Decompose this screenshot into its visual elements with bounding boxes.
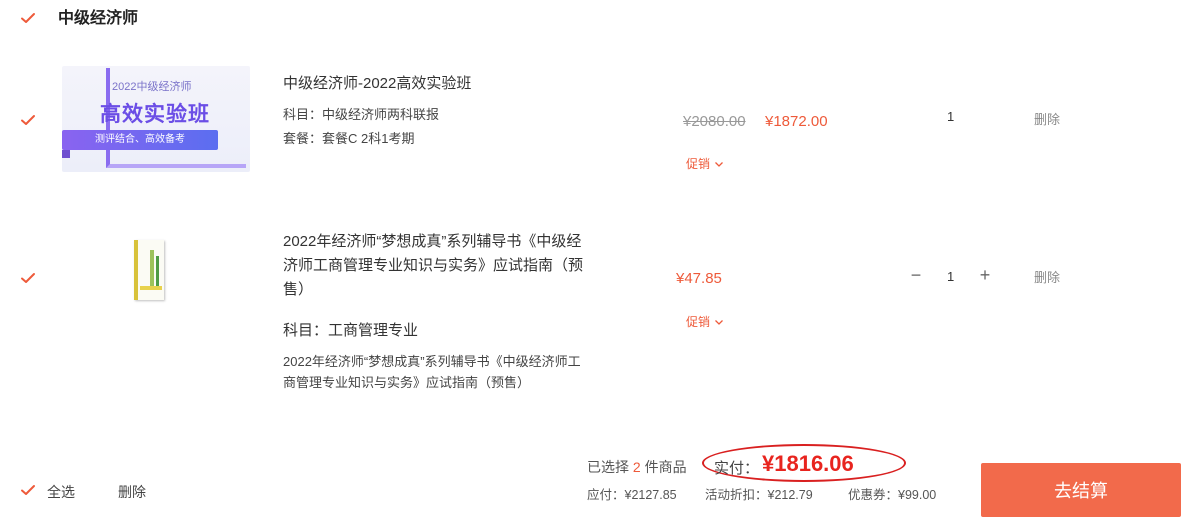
chevron-down-icon <box>715 161 723 167</box>
item-2-desc-line-2: 商管理专业知识与实务》应试指南（预售） <box>283 375 531 390</box>
item-1-package: 套餐：套餐C 2科1考期 <box>283 131 415 146</box>
selected-count: 2 <box>632 459 641 475</box>
select-all-label[interactable]: 全选 <box>47 482 75 502</box>
group-checkbox[interactable] <box>20 10 36 26</box>
item-1-delete-link[interactable]: 删除 <box>1034 109 1060 128</box>
checkout-button[interactable]: 去结算 <box>981 463 1181 517</box>
item-2-price: ¥47.85 <box>676 270 722 287</box>
item-1-subject: 科目：中级经济师两科联报 <box>283 107 440 122</box>
thumbnail-band-tail <box>62 150 70 158</box>
thumbnail-small-text: 2022中级经济师 <box>112 81 192 93</box>
discount-amount: 活动折扣：¥212.79 <box>705 488 813 502</box>
item-1-promo-dropdown[interactable]: 促销 <box>686 155 724 172</box>
check-icon <box>21 115 35 125</box>
item-1-quantity: 1 <box>947 109 955 124</box>
item-1-original-price: ¥2080.00 <box>683 113 746 130</box>
due-amount: 应付：¥2127.85 <box>587 488 677 502</box>
item-1-title[interactable]: 中级经济师-2022高效实验班 <box>283 72 471 96</box>
selected-suffix: 件商品 <box>644 459 687 475</box>
item-2-checkbox[interactable] <box>20 270 36 286</box>
item-2-quantity[interactable]: 1 <box>947 269 954 284</box>
chevron-down-icon <box>715 319 723 325</box>
promo-label: 促销 <box>686 157 711 171</box>
item-2-subject: 科目：工商管理专业 <box>283 322 419 339</box>
book-cover-image <box>134 240 164 300</box>
check-icon <box>21 273 35 283</box>
promo-label: 促销 <box>686 315 711 329</box>
item-1-checkbox[interactable] <box>20 112 36 128</box>
item-1-price: ¥1872.00 <box>765 113 828 130</box>
selected-summary: 已选择 2 件商品 <box>587 457 687 477</box>
quantity-increase-button[interactable]: + <box>978 266 992 284</box>
group-title: 中级经济师 <box>58 10 139 27</box>
item-2-desc-line-1: 2022年经济师“梦想成真”系列辅导书《中级经济师工 <box>283 354 581 369</box>
pay-label: 实付： <box>714 460 760 477</box>
quantity-decrease-button[interactable]: − <box>909 266 923 284</box>
item-2-promo-dropdown[interactable]: 促销 <box>686 313 724 330</box>
item-2-title-line-2[interactable]: 济师工商管理专业知识与实务》应试指南（预 <box>283 254 583 278</box>
coupon-amount: 优惠券：¥99.00 <box>848 488 937 502</box>
selected-prefix: 已选择 <box>587 459 629 475</box>
thumbnail-big-text: 高效实验班 <box>100 103 210 126</box>
pay-amount: ¥1816.06 <box>762 451 854 476</box>
item-2-title-line-1[interactable]: 2022年经济师“梦想成真”系列辅导书《中级经 <box>283 230 581 254</box>
check-icon <box>21 13 35 23</box>
select-all-checkbox[interactable] <box>20 482 36 498</box>
item-2-title-line-3[interactable]: 售） <box>283 278 313 302</box>
item-2-thumbnail[interactable] <box>128 240 168 302</box>
check-icon <box>21 485 35 495</box>
delete-selected-link[interactable]: 删除 <box>118 482 146 502</box>
item-2-delete-link[interactable]: 删除 <box>1034 267 1060 286</box>
item-1-thumbnail[interactable]: 2022中级经济师 高效实验班 测评结合、高效备考 <box>62 66 250 172</box>
thumbnail-band-text: 测评结合、高效备考 <box>62 130 218 150</box>
